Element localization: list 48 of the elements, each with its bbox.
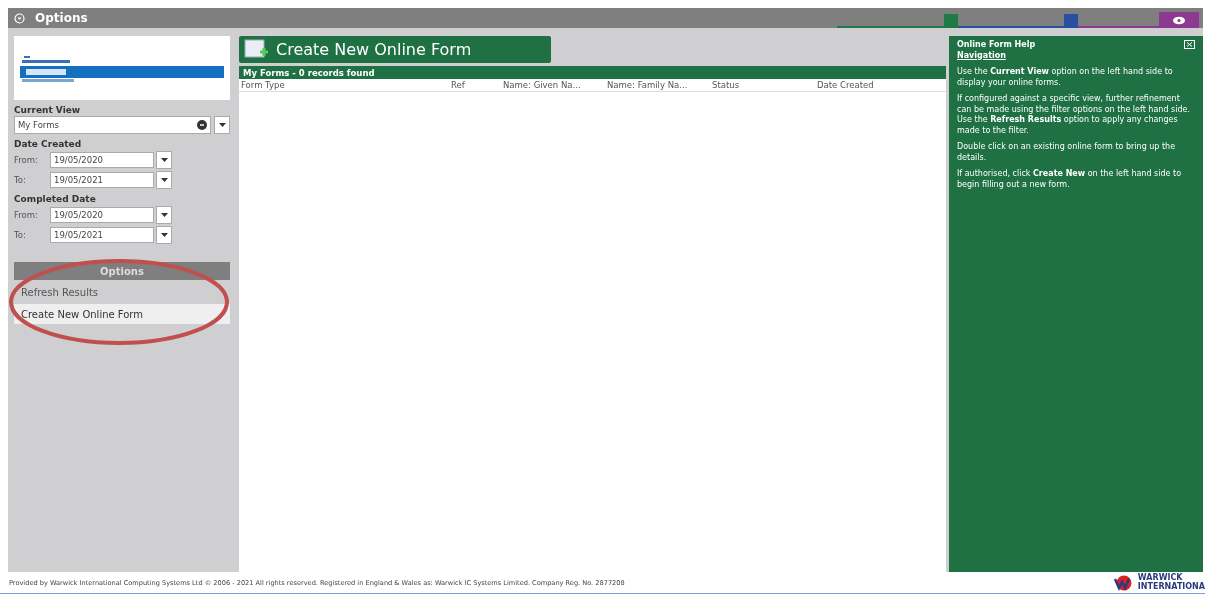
dropdown-button[interactable] [156, 171, 172, 189]
field-label: To: [14, 175, 27, 185]
column-header[interactable]: Ref [451, 80, 503, 90]
clear-icon[interactable] [197, 120, 207, 130]
color-tab[interactable] [1159, 12, 1199, 28]
field-label: To: [14, 230, 27, 240]
action-item[interactable]: Refresh Results [14, 282, 230, 302]
date-field[interactable]: 19/05/2021 [50, 227, 154, 243]
dropdown-button[interactable] [156, 206, 172, 224]
list-title-bar: My Forms - 0 records found [239, 66, 946, 79]
column-header[interactable]: Status [712, 80, 817, 90]
dropdown-button[interactable] [156, 226, 172, 244]
color-tab[interactable] [943, 14, 958, 28]
column-header[interactable]: Date Created [817, 80, 917, 90]
color-tab[interactable] [1064, 14, 1079, 28]
dropdown-button[interactable] [214, 116, 230, 134]
date-field[interactable]: 19/05/2020 [50, 152, 154, 168]
help-paragraph: If authorised, click Create New on the left hand side to begin filling out a new form. [957, 169, 1183, 190]
dropdown-arrow-icon [160, 233, 168, 237]
new-document-icon [244, 38, 268, 61]
help-link[interactable]: Navigation [957, 50, 1006, 61]
dropdown-arrow-icon [218, 123, 226, 127]
eye-icon [1172, 15, 1186, 25]
help-paragraph: If configured against a specific view, further refinement can be made using the filter options on the left hand side. Use the Refresh Results option to apply any changes made to the filter. [957, 94, 1191, 136]
create-form-button[interactable]: Create New Online Form [239, 36, 551, 63]
help-title: Online Form Help [957, 40, 1036, 51]
logo-text: WARWICK INTERNATIONA [1137, 574, 1205, 591]
dropdown-arrow-icon [160, 213, 168, 217]
window-title: Options [35, 11, 88, 25]
field-label: From: [14, 210, 39, 220]
dropdown-arrow-icon [160, 178, 168, 182]
section-label: Date Created [14, 139, 83, 149]
section-label: Current View [14, 105, 82, 115]
date-field[interactable]: 19/05/2021 [50, 172, 154, 188]
close-icon[interactable] [1184, 40, 1195, 49]
dropdown-button[interactable] [156, 151, 172, 169]
date-field[interactable]: 19/05/2020 [50, 207, 154, 223]
column-header[interactable]: Name: Given Na... [503, 80, 607, 90]
help-paragraph: Use the Current View option on the left hand side to display your online forms. [957, 67, 1174, 88]
section-label: Completed Date [14, 194, 97, 204]
collapse-icon[interactable] [14, 12, 25, 24]
action-item[interactable]: Create New Online Form [14, 304, 230, 324]
view-field[interactable]: My Forms [14, 116, 211, 134]
dropdown-arrow-icon [160, 158, 168, 162]
help-paragraph: Double click on an existing online form to bring up the details. [957, 142, 1177, 163]
column-header[interactable]: Form Type [241, 80, 451, 90]
field-label: From: [14, 155, 39, 165]
column-header[interactable]: Name: Family Na... [607, 80, 712, 90]
